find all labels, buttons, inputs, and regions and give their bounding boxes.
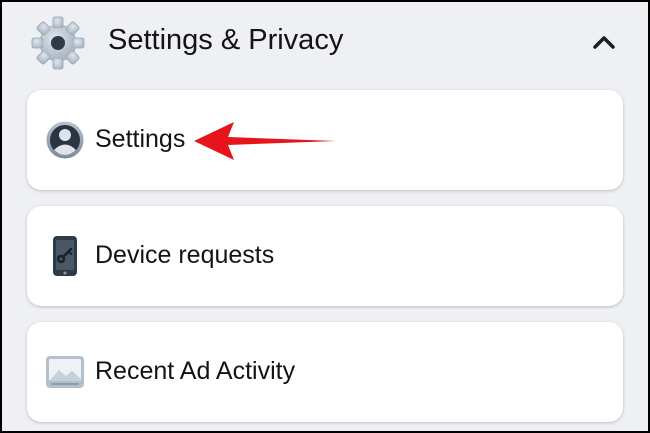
recent-ad-activity-label: Recent Ad Activity — [95, 357, 296, 385]
gear-icon — [31, 16, 85, 70]
phone-key-icon — [53, 236, 77, 276]
section-title: Settings & Privacy — [108, 24, 344, 56]
recent-ad-activity-menu-item[interactable]: Recent Ad Activity — [27, 322, 623, 422]
red-arrow-icon — [194, 122, 336, 160]
device-requests-label: Device requests — [95, 241, 275, 269]
profile-icon — [46, 121, 84, 159]
chevron-up-icon[interactable] — [592, 33, 616, 51]
settings-privacy-header[interactable]: Settings & Privacy — [2, 2, 648, 84]
device-requests-menu-item[interactable]: Device requests — [27, 206, 623, 306]
image-icon — [46, 356, 84, 388]
screenshot-frame: Settings & Privacy Settings Device reque… — [2, 2, 648, 431]
settings-label: Settings — [95, 125, 186, 153]
